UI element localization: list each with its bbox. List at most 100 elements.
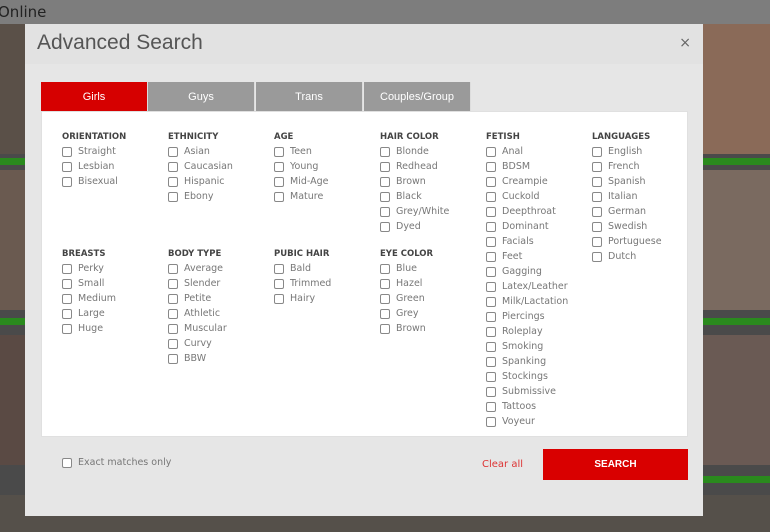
checkbox-icon[interactable] <box>380 293 390 304</box>
filter-option[interactable]: Portuguese <box>592 234 662 249</box>
checkbox-icon[interactable] <box>168 323 178 334</box>
filter-option[interactable]: Redhead <box>380 159 449 174</box>
filter-option[interactable]: Anal <box>486 144 568 159</box>
search-button[interactable]: SEARCH <box>543 449 688 480</box>
filter-option[interactable]: Small <box>62 276 116 291</box>
checkbox-icon[interactable] <box>486 221 496 232</box>
filter-option[interactable]: Trimmed <box>274 276 331 291</box>
checkbox-icon[interactable] <box>592 176 602 187</box>
filter-option[interactable]: Blue <box>380 261 433 276</box>
filter-option[interactable]: Perky <box>62 261 116 276</box>
checkbox-icon[interactable] <box>380 146 390 157</box>
filter-option[interactable]: BDSM <box>486 159 568 174</box>
checkbox-icon[interactable] <box>274 293 284 304</box>
checkbox-icon[interactable] <box>62 457 72 468</box>
filter-option[interactable]: Mature <box>274 189 328 204</box>
filter-option[interactable]: Petite <box>168 291 227 306</box>
filter-option[interactable]: English <box>592 144 662 159</box>
checkbox-icon[interactable] <box>592 251 602 262</box>
filter-option[interactable]: Asian <box>168 144 233 159</box>
filter-option[interactable]: Young <box>274 159 328 174</box>
checkbox-icon[interactable] <box>592 191 602 202</box>
checkbox-icon[interactable] <box>62 161 72 172</box>
checkbox-icon[interactable] <box>274 176 284 187</box>
checkbox-icon[interactable] <box>380 191 390 202</box>
checkbox-icon[interactable] <box>486 416 496 427</box>
filter-option[interactable]: Bald <box>274 261 331 276</box>
filter-option[interactable]: Bisexual <box>62 174 126 189</box>
checkbox-icon[interactable] <box>62 278 72 289</box>
checkbox-icon[interactable] <box>380 308 390 319</box>
checkbox-icon[interactable] <box>486 161 496 172</box>
filter-option[interactable]: Piercings <box>486 309 568 324</box>
checkbox-icon[interactable] <box>486 251 496 262</box>
checkbox-icon[interactable] <box>168 338 178 349</box>
checkbox-icon[interactable] <box>486 386 496 397</box>
checkbox-icon[interactable] <box>380 161 390 172</box>
close-icon[interactable]: × <box>679 35 691 51</box>
checkbox-icon[interactable] <box>274 278 284 289</box>
checkbox-icon[interactable] <box>168 263 178 274</box>
filter-option[interactable]: Curvy <box>168 336 227 351</box>
filter-option[interactable]: Facials <box>486 234 568 249</box>
filter-option[interactable]: Stockings <box>486 369 568 384</box>
filter-option[interactable]: Voyeur <box>486 414 568 429</box>
checkbox-icon[interactable] <box>380 176 390 187</box>
checkbox-icon[interactable] <box>62 308 72 319</box>
checkbox-icon[interactable] <box>486 206 496 217</box>
filter-option[interactable]: Feet <box>486 249 568 264</box>
filter-option[interactable]: Brown <box>380 321 433 336</box>
checkbox-icon[interactable] <box>592 206 602 217</box>
filter-option[interactable]: Creampie <box>486 174 568 189</box>
checkbox-icon[interactable] <box>486 176 496 187</box>
checkbox-icon[interactable] <box>486 311 496 322</box>
filter-option[interactable]: Grey/White <box>380 204 449 219</box>
checkbox-icon[interactable] <box>168 278 178 289</box>
filter-option[interactable]: Green <box>380 291 433 306</box>
checkbox-icon[interactable] <box>486 236 496 247</box>
filter-option[interactable]: Lesbian <box>62 159 126 174</box>
checkbox-icon[interactable] <box>380 323 390 334</box>
filter-option[interactable]: French <box>592 159 662 174</box>
filter-option[interactable]: Tattoos <box>486 399 568 414</box>
filter-option[interactable]: Gagging <box>486 264 568 279</box>
tab-guys[interactable]: Guys <box>148 82 255 112</box>
filter-option[interactable]: Athletic <box>168 306 227 321</box>
checkbox-icon[interactable] <box>168 308 178 319</box>
checkbox-icon[interactable] <box>62 323 72 334</box>
checkbox-icon[interactable] <box>274 146 284 157</box>
filter-option[interactable]: Deepthroat <box>486 204 568 219</box>
filter-option[interactable]: Italian <box>592 189 662 204</box>
checkbox-icon[interactable] <box>168 293 178 304</box>
filter-option[interactable]: Mid-Age <box>274 174 328 189</box>
filter-option[interactable]: Swedish <box>592 219 662 234</box>
checkbox-icon[interactable] <box>62 293 72 304</box>
filter-option[interactable]: Latex/Leather <box>486 279 568 294</box>
filter-option[interactable]: Caucasian <box>168 159 233 174</box>
filter-option[interactable]: Hazel <box>380 276 433 291</box>
filter-option[interactable]: Muscular <box>168 321 227 336</box>
checkbox-icon[interactable] <box>486 326 496 337</box>
checkbox-icon[interactable] <box>592 161 602 172</box>
filter-option[interactable]: Average <box>168 261 227 276</box>
checkbox-icon[interactable] <box>486 341 496 352</box>
filter-option[interactable]: Medium <box>62 291 116 306</box>
filter-option[interactable]: Brown <box>380 174 449 189</box>
checkbox-icon[interactable] <box>486 191 496 202</box>
checkbox-icon[interactable] <box>486 371 496 382</box>
checkbox-icon[interactable] <box>592 236 602 247</box>
checkbox-icon[interactable] <box>380 263 390 274</box>
filter-option[interactable]: Submissive <box>486 384 568 399</box>
checkbox-icon[interactable] <box>168 191 178 202</box>
checkbox-icon[interactable] <box>486 266 496 277</box>
checkbox-icon[interactable] <box>62 176 72 187</box>
filter-option[interactable]: Grey <box>380 306 433 321</box>
filter-option[interactable]: Dutch <box>592 249 662 264</box>
filter-option[interactable]: Ebony <box>168 189 233 204</box>
checkbox-icon[interactable] <box>62 146 72 157</box>
checkbox-icon[interactable] <box>380 278 390 289</box>
filter-option[interactable]: Hispanic <box>168 174 233 189</box>
filter-option[interactable]: Slender <box>168 276 227 291</box>
filter-option[interactable]: Hairy <box>274 291 331 306</box>
filter-option[interactable]: Large <box>62 306 116 321</box>
